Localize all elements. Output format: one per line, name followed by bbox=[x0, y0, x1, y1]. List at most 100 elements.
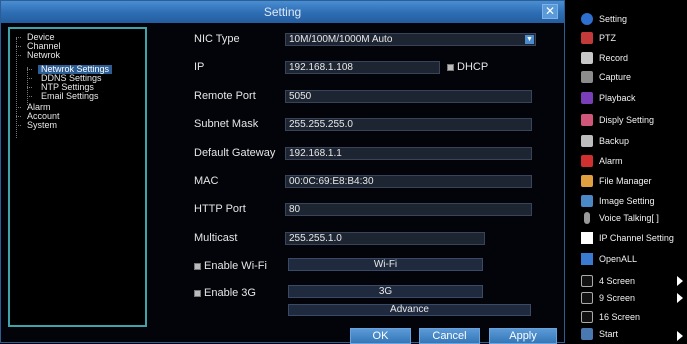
multicast-field[interactable]: 255.255.1.0 bbox=[285, 232, 485, 245]
start-icon bbox=[581, 328, 593, 340]
http-port-label: HTTP Port bbox=[194, 203, 246, 215]
menu-item-9-screen[interactable]: 9 Screen bbox=[581, 290, 687, 306]
menu-item-label: Start bbox=[599, 329, 619, 339]
menu-item-label: Disply Setting bbox=[599, 115, 655, 125]
cancel-button[interactable]: Cancel bbox=[419, 328, 480, 344]
menu-item-16-screen[interactable]: 16 Screen bbox=[581, 309, 687, 325]
tree-tick bbox=[16, 107, 21, 108]
tree-item-system[interactable]: System bbox=[27, 121, 57, 130]
title-bar: Setting ✕ bbox=[1, 1, 564, 23]
close-button[interactable]: ✕ bbox=[542, 4, 558, 19]
menu-item-ip-channel-setting[interactable]: IP Channel Setting bbox=[581, 230, 687, 246]
menu-item-label: Alarm bbox=[599, 156, 623, 166]
http-port-field[interactable]: 80 bbox=[285, 203, 532, 216]
menu-item-label: 9 Screen bbox=[599, 293, 636, 303]
tree-sub-connector bbox=[27, 67, 28, 105]
menu-item-label: PTZ bbox=[599, 33, 616, 43]
alarm-icon bbox=[581, 155, 593, 167]
remote-port-field[interactable]: 5050 bbox=[285, 90, 532, 103]
menu-item-label: 4 Screen bbox=[599, 276, 636, 286]
mac-label: MAC bbox=[194, 175, 219, 187]
default-gateway-label: Default Gateway bbox=[194, 147, 276, 159]
menu-item-record[interactable]: Record bbox=[581, 50, 687, 66]
tree-tick bbox=[27, 78, 32, 79]
menu-item-capture[interactable]: Capture bbox=[581, 69, 687, 85]
enable-wifi-checkbox[interactable]: Enable Wi-Fi bbox=[194, 260, 267, 272]
grid-16-icon bbox=[581, 311, 593, 323]
subnet-mask-field[interactable]: 255.255.255.0 bbox=[285, 118, 532, 131]
3g-button[interactable]: 3G bbox=[288, 285, 483, 298]
tree-item-email-settings[interactable]: Email Settings bbox=[41, 92, 99, 101]
tree-tick bbox=[16, 46, 21, 47]
menu-item-ptz[interactable]: PTZ bbox=[581, 30, 687, 46]
chevron-right-icon bbox=[677, 276, 683, 286]
menu-item-label: 16 Screen bbox=[599, 312, 641, 322]
tree-tick bbox=[27, 69, 32, 70]
display-icon bbox=[581, 114, 593, 126]
menu-item-label: Voice Talking[ ] bbox=[599, 213, 659, 223]
menu-item-label: IP Channel Setting bbox=[599, 233, 674, 243]
ip-field[interactable]: 192.168.1.108 bbox=[285, 61, 440, 74]
dhcp-checkbox[interactable]: DHCP bbox=[447, 61, 488, 73]
nic-type-select[interactable]: 10M/100M/1000M Auto ▼ bbox=[285, 33, 536, 46]
dhcp-label: DHCP bbox=[457, 61, 489, 73]
menu-item-4-screen[interactable]: 4 Screen bbox=[581, 273, 687, 289]
menu-item-file-manager[interactable]: File Manager bbox=[581, 173, 687, 189]
tree-item-network[interactable]: Netwrok bbox=[27, 51, 60, 60]
tree-tick bbox=[27, 87, 32, 88]
mac-field[interactable]: 00:0C:69:E8:B4:30 bbox=[285, 175, 532, 188]
menu-item-label: OpenALL bbox=[599, 254, 638, 264]
chevron-right-icon bbox=[677, 331, 683, 341]
enable-wifi-label: Enable Wi-Fi bbox=[204, 260, 267, 272]
ok-button[interactable]: OK bbox=[350, 328, 411, 344]
nic-type-label: NIC Type bbox=[194, 33, 240, 45]
menu-item-label: Record bbox=[599, 53, 629, 63]
default-gateway-field[interactable]: 192.168.1.1 bbox=[285, 147, 532, 160]
chevron-right-icon bbox=[677, 293, 683, 303]
wifi-button[interactable]: Wi-Fi bbox=[288, 258, 483, 271]
play-icon bbox=[581, 92, 593, 104]
camera-icon bbox=[581, 71, 593, 83]
checkbox-icon[interactable] bbox=[194, 289, 201, 297]
nic-type-value: 10M/100M/1000M Auto bbox=[289, 34, 393, 45]
chevron-down-icon[interactable]: ▼ bbox=[525, 35, 534, 44]
dialog-title: Setting bbox=[263, 5, 302, 19]
apply-button[interactable]: Apply bbox=[489, 328, 557, 344]
menu-item-setting[interactable]: Setting bbox=[581, 11, 687, 27]
menu-item-label: Playback bbox=[599, 93, 636, 103]
menu-item-voice-talking[interactable]: Voice Talking[ ] bbox=[581, 210, 687, 226]
menu-item-openall[interactable]: OpenALL bbox=[581, 251, 687, 267]
menu-item-start[interactable]: Start bbox=[581, 326, 687, 342]
tree-tick bbox=[16, 55, 21, 56]
menu-item-playback[interactable]: Playback bbox=[581, 90, 687, 106]
menu-item-display-setting[interactable]: Disply Setting bbox=[581, 112, 687, 128]
checkbox-icon[interactable] bbox=[447, 63, 454, 71]
menu-item-alarm[interactable]: Alarm bbox=[581, 153, 687, 169]
multicast-label: Multicast bbox=[194, 232, 238, 244]
enable-3g-checkbox[interactable]: Enable 3G bbox=[194, 287, 256, 299]
ip-label: IP bbox=[194, 61, 205, 73]
folder-icon bbox=[581, 175, 593, 187]
menu-item-image-setting[interactable]: Image Setting bbox=[581, 193, 687, 209]
remote-port-label: Remote Port bbox=[194, 90, 256, 102]
microphone-icon bbox=[584, 212, 590, 224]
tree-tick bbox=[16, 125, 21, 126]
menu-item-label: File Manager bbox=[599, 176, 652, 186]
gear-icon bbox=[581, 13, 593, 25]
settings-tree: Device Channel Netwrok Netwrok Settings … bbox=[8, 27, 147, 327]
menu-item-label: Setting bbox=[599, 14, 628, 24]
checkbox-icon[interactable] bbox=[194, 262, 201, 270]
advance-button[interactable]: Advance bbox=[288, 304, 531, 316]
check-icon bbox=[581, 253, 593, 265]
menu-item-label: Image Setting bbox=[599, 196, 655, 206]
record-icon bbox=[581, 52, 593, 64]
image-icon bbox=[581, 195, 593, 207]
tree-tick bbox=[16, 37, 21, 38]
tree-tick bbox=[27, 96, 32, 97]
subnet-mask-label: Subnet Mask bbox=[194, 118, 259, 130]
grid-9-icon bbox=[581, 292, 593, 304]
ip-channel-icon bbox=[581, 232, 593, 244]
menu-item-backup[interactable]: Backup bbox=[581, 133, 687, 149]
menu-item-label: Capture bbox=[599, 72, 632, 82]
backup-icon bbox=[581, 135, 593, 147]
